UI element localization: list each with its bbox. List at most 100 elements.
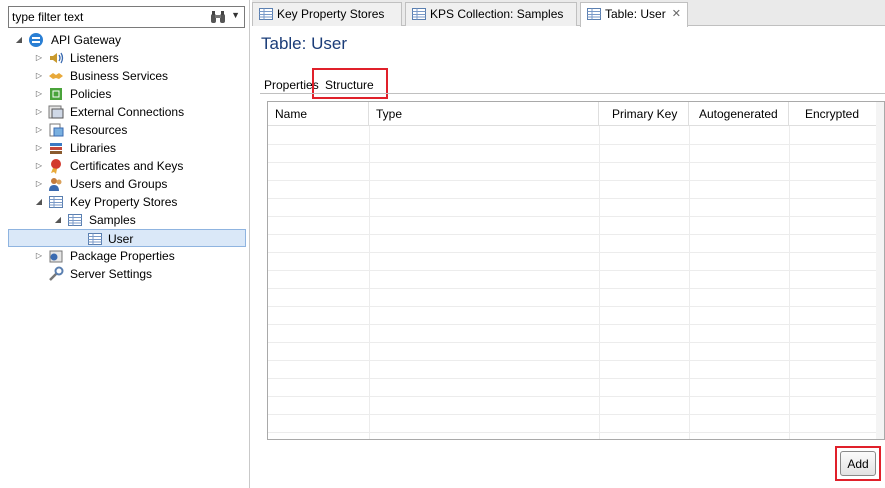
expanded-arrow-icon[interactable]: ◢ xyxy=(14,31,24,49)
table-icon xyxy=(68,214,82,226)
tree-item-samples[interactable]: ◢ Samples xyxy=(8,211,246,229)
tree-item-resources[interactable]: ▷ Resources xyxy=(8,121,246,139)
collapsed-arrow-icon[interactable]: ▷ xyxy=(34,103,44,121)
row-divider xyxy=(268,342,884,343)
tree-item-label: Samples xyxy=(89,213,136,227)
collapsed-arrow-icon[interactable]: ▷ xyxy=(34,121,44,139)
row-divider xyxy=(268,198,884,199)
column-divider xyxy=(789,126,790,439)
row-divider xyxy=(268,270,884,271)
table-icon xyxy=(412,8,426,20)
libraries-icon xyxy=(50,143,62,154)
row-divider xyxy=(268,144,884,145)
tree-item-label: Resources xyxy=(70,123,128,137)
binoculars-icon[interactable] xyxy=(210,9,226,25)
row-divider xyxy=(268,378,884,379)
column-divider xyxy=(689,126,690,439)
row-divider xyxy=(268,252,884,253)
listeners-icon xyxy=(50,52,64,64)
business-services-icon xyxy=(49,73,63,79)
policies-icon xyxy=(50,88,62,100)
filter-box[interactable]: ▼ xyxy=(8,6,245,28)
tree-item-business-services[interactable]: ▷ Business Services xyxy=(8,67,246,85)
tree-item-label: Libraries xyxy=(70,141,117,155)
tree-item-key-property-stores[interactable]: ◢ Key Property Stores xyxy=(8,193,246,211)
editor-area: Key Property Stores KPS Collection: Samp… xyxy=(252,0,885,488)
external-connections-icon xyxy=(48,105,64,119)
tree-item-external-connections[interactable]: ▷ External Connections xyxy=(8,103,246,121)
tab-label: KPS Collection: Samples xyxy=(430,7,564,21)
table-icon xyxy=(88,233,102,245)
tree-item-label: Certificates and Keys xyxy=(70,159,184,173)
users-groups-icon xyxy=(49,178,62,191)
row-divider xyxy=(268,360,884,361)
vertical-scrollbar[interactable] xyxy=(876,102,884,439)
collapsed-arrow-icon[interactable]: ▷ xyxy=(34,67,44,85)
tab-key-property-stores[interactable]: Key Property Stores xyxy=(252,2,402,26)
tree-item-api-gateway[interactable]: ◢ API Gateway xyxy=(8,31,246,49)
editor-tab-bar: Key Property Stores KPS Collection: Samp… xyxy=(252,0,885,27)
row-divider xyxy=(268,324,884,325)
expanded-arrow-icon[interactable]: ◢ xyxy=(53,211,63,229)
column-header-type[interactable]: Type xyxy=(369,102,599,126)
column-header-primary-key[interactable]: Primary Key xyxy=(599,102,689,126)
tree-item-policies[interactable]: ▷ Policies xyxy=(8,85,246,103)
certificates-icon xyxy=(51,159,61,174)
package-icon xyxy=(49,250,63,263)
table-icon xyxy=(587,8,601,20)
row-divider xyxy=(268,162,884,163)
column-header-encrypted[interactable]: Encrypted xyxy=(789,102,879,126)
tree-item-label: Policies xyxy=(70,87,112,101)
row-divider xyxy=(268,234,884,235)
table-header: Name Type Primary Key Autogenerated Encr… xyxy=(268,102,884,126)
column-divider xyxy=(369,126,370,439)
row-divider xyxy=(268,288,884,289)
row-divider xyxy=(268,414,884,415)
tree-item-package-properties[interactable]: ▷ Package Properties xyxy=(8,247,246,265)
expanded-arrow-icon[interactable]: ◢ xyxy=(34,193,44,211)
tree-item-listeners[interactable]: ▷ Listeners xyxy=(8,49,246,67)
tree-item-label: Key Property Stores xyxy=(70,195,178,209)
navigator-panel: ▼ ◢ API Gateway ▷ Listeners ▷ Business S… xyxy=(0,0,250,488)
column-header-name[interactable]: Name xyxy=(268,102,369,126)
tab-label: Key Property Stores xyxy=(277,7,385,21)
tree-item-users-and-groups[interactable]: ▷ Users and Groups xyxy=(8,175,246,193)
tree-item-label: Business Services xyxy=(70,69,169,83)
tree-item-server-settings[interactable]: Server Settings xyxy=(8,265,246,283)
tree-item-label: Server Settings xyxy=(70,267,153,281)
subtab-divider xyxy=(260,93,885,94)
structure-highlight-box xyxy=(312,68,388,99)
tree: ◢ API Gateway ▷ Listeners ▷ Business Ser… xyxy=(8,31,246,283)
tree-item-user[interactable]: User xyxy=(8,229,246,247)
structure-table[interactable]: Name Type Primary Key Autogenerated Encr… xyxy=(267,101,885,440)
tree-item-label: Users and Groups xyxy=(70,177,168,191)
row-divider xyxy=(268,432,884,433)
row-divider xyxy=(268,180,884,181)
tree-item-label: External Connections xyxy=(70,105,185,119)
row-divider xyxy=(268,216,884,217)
column-header-autogenerated[interactable]: Autogenerated xyxy=(689,102,789,126)
tree-item-label: API Gateway xyxy=(51,33,122,47)
chevron-down-icon[interactable]: ▼ xyxy=(231,10,240,20)
resources-icon xyxy=(49,123,64,137)
collapsed-arrow-icon[interactable]: ▷ xyxy=(34,139,44,157)
api-gateway-icon xyxy=(29,33,43,47)
collapsed-arrow-icon[interactable]: ▷ xyxy=(34,49,44,67)
column-divider xyxy=(599,126,600,439)
tab-kps-collection-samples[interactable]: KPS Collection: Samples xyxy=(405,2,577,26)
filter-input[interactable] xyxy=(12,9,202,25)
tree-item-libraries[interactable]: ▷ Libraries xyxy=(8,139,246,157)
tree-item-certificates-and-keys[interactable]: ▷ Certificates and Keys xyxy=(8,157,246,175)
tree-item-label: Package Properties xyxy=(70,249,175,263)
collapsed-arrow-icon[interactable]: ▷ xyxy=(34,157,44,175)
collapsed-arrow-icon[interactable]: ▷ xyxy=(34,247,44,265)
page-title: Table: User xyxy=(261,34,347,53)
collapsed-arrow-icon[interactable]: ▷ xyxy=(34,175,44,193)
row-divider xyxy=(268,306,884,307)
table-icon xyxy=(49,196,63,208)
row-divider xyxy=(268,396,884,397)
collapsed-arrow-icon[interactable]: ▷ xyxy=(34,85,44,103)
tab-table-user[interactable]: Table: User ✕ xyxy=(580,2,688,27)
close-icon[interactable]: ✕ xyxy=(672,3,681,25)
wrench-icon xyxy=(49,266,64,281)
